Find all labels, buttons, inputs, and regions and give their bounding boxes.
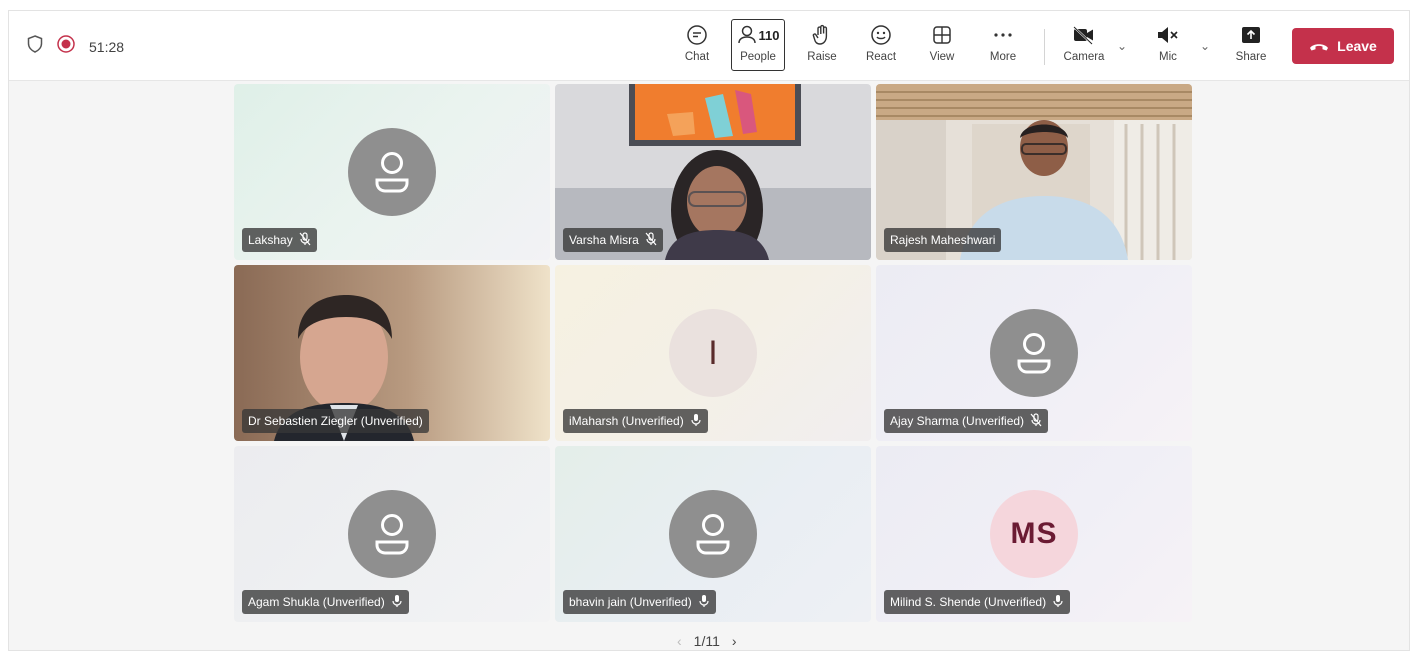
people-icon-group: 110: [737, 22, 780, 48]
chat-button[interactable]: Chat: [680, 19, 714, 73]
participant-name-chip: Dr Sebastien Ziegler (Unverified): [242, 409, 429, 433]
raise-label: Raise: [807, 51, 837, 63]
participant-tile-imaharsh[interactable]: I iMaharsh (Unverified): [555, 265, 871, 441]
camera-options-chevron-icon[interactable]: ⌄: [1117, 39, 1127, 53]
react-button[interactable]: React: [861, 19, 901, 73]
participant-tile-lakshay[interactable]: Lakshay: [234, 84, 550, 260]
recording-icon: [57, 35, 75, 58]
person-icon: [348, 490, 436, 578]
more-label: More: [989, 51, 1017, 63]
view-button[interactable]: View: [922, 19, 962, 73]
hand-icon: [812, 22, 832, 48]
participant-name-chip: Varsha Misra: [563, 228, 663, 252]
camera-off-icon: [1072, 22, 1096, 48]
mic-icon: [391, 594, 403, 611]
mic-icon: [690, 413, 702, 430]
participant-name-chip: Rajesh Maheshwari: [884, 228, 1002, 252]
meeting-status: 51:28: [27, 35, 124, 58]
participant-name: Lakshay: [248, 233, 293, 247]
people-label: People: [740, 51, 776, 63]
leave-label: Leave: [1337, 38, 1377, 54]
participant-name: Ajay Sharma (Unverified): [890, 414, 1025, 428]
mic-button[interactable]: Mic: [1151, 19, 1185, 73]
toolbar-divider: [1044, 29, 1045, 65]
meeting-toolbar: 51:28 Chat 110 People Raise React View M…: [9, 11, 1409, 81]
participant-name-chip: Agam Shukla (Unverified): [242, 590, 409, 614]
person-icon: [737, 25, 756, 44]
mic-muted-icon: [645, 231, 657, 249]
share-button[interactable]: Share: [1231, 19, 1271, 73]
participant-grid: Lakshay Varsha Misra Rajesh Maheshwari D…: [234, 84, 1192, 622]
people-button-content[interactable]: 110 People: [733, 19, 783, 73]
next-page-chevron-icon[interactable]: ›: [732, 633, 737, 649]
more-button[interactable]: More: [983, 19, 1023, 73]
camera-button[interactable]: Camera: [1059, 19, 1109, 73]
mic-muted-icon: [1030, 412, 1042, 430]
participant-initials-avatar: MS: [990, 490, 1078, 578]
hang-up-icon: [1309, 38, 1329, 54]
mic-label: Mic: [1159, 51, 1177, 63]
mic-icon: [1052, 594, 1064, 611]
mic-icon: [698, 594, 710, 611]
participant-name: Varsha Misra: [569, 233, 639, 247]
participant-initials-avatar: I: [669, 309, 757, 397]
shield-icon: [27, 35, 43, 58]
participant-name-chip: Lakshay: [242, 228, 317, 252]
camera-label: Camera: [1063, 51, 1105, 63]
chat-icon: [686, 22, 708, 48]
gallery-pager: ‹ 1/11 ›: [677, 633, 737, 649]
participant-name-chip: bhavin jain (Unverified): [563, 590, 716, 614]
participant-tile-agam-shukla[interactable]: Agam Shukla (Unverified): [234, 446, 550, 622]
person-icon: [348, 128, 436, 216]
smiley-icon: [870, 22, 892, 48]
mic-options-chevron-icon[interactable]: ⌄: [1200, 39, 1210, 53]
participant-tile-sebastien-ziegler[interactable]: Dr Sebastien Ziegler (Unverified): [234, 265, 550, 441]
participant-tile-rajesh-maheshwari[interactable]: Rajesh Maheshwari: [876, 84, 1192, 260]
participant-name: Rajesh Maheshwari: [890, 233, 996, 247]
speaker-muted-icon: [1156, 22, 1180, 48]
participant-name-chip: Ajay Sharma (Unverified): [884, 409, 1049, 433]
participant-tile-varsha-misra[interactable]: Varsha Misra: [555, 84, 871, 260]
participant-tile-ajay-sharma[interactable]: Ajay Sharma (Unverified): [876, 265, 1192, 441]
share-label: Share: [1235, 51, 1267, 63]
grid-view-icon: [932, 22, 952, 48]
participant-name: Agam Shukla (Unverified): [248, 595, 385, 609]
participant-name-chip: iMaharsh (Unverified): [563, 409, 708, 433]
meeting-window: 51:28 Chat 110 People Raise React View M…: [8, 10, 1410, 651]
call-timer: 51:28: [89, 38, 125, 55]
people-count: 110: [758, 27, 780, 43]
participant-name: Dr Sebastien Ziegler (Unverified): [248, 414, 423, 428]
participant-name: bhavin jain (Unverified): [569, 595, 692, 609]
participant-tile-bhavin-jain[interactable]: bhavin jain (Unverified): [555, 446, 871, 622]
person-icon: [669, 490, 757, 578]
more-icon: [992, 22, 1014, 48]
chat-label: Chat: [684, 51, 710, 63]
previous-page-chevron-icon[interactable]: ‹: [677, 633, 682, 649]
raise-hand-button[interactable]: Raise: [802, 19, 842, 73]
page-indicator: 1/11: [693, 633, 720, 649]
share-tray-icon: [1240, 22, 1262, 48]
mic-muted-icon: [299, 231, 311, 249]
participant-name: Milind S. Shende (Unverified): [890, 595, 1047, 609]
participant-name-chip: Milind S. Shende (Unverified): [884, 590, 1071, 614]
view-label: View: [929, 51, 955, 63]
react-label: React: [865, 51, 897, 63]
participant-tile-milind-shende[interactable]: MS Milind S. Shende (Unverified): [876, 446, 1192, 622]
participant-name: iMaharsh (Unverified): [569, 414, 684, 428]
leave-button[interactable]: Leave: [1292, 28, 1394, 64]
person-icon: [990, 309, 1078, 397]
